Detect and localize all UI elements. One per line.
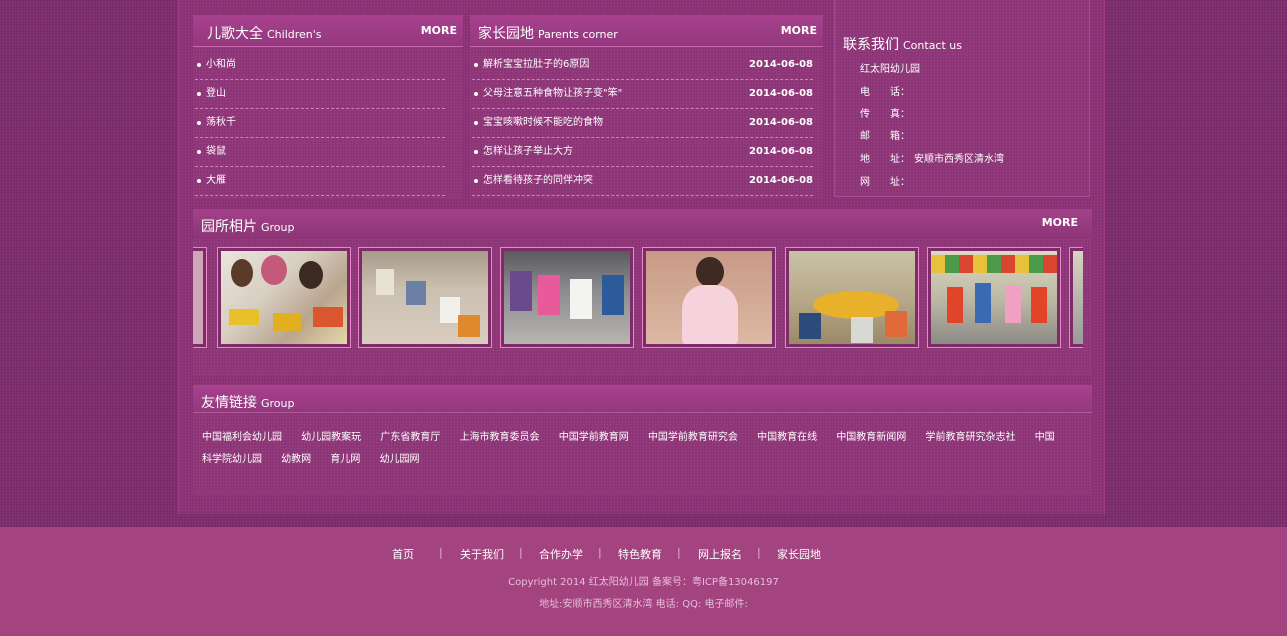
links-panel: 友情链接 Group 中国福利会幼儿园 幼儿园教案玩 广东省教育厅 上海市教育委员… [193, 385, 1092, 494]
footer-nav-separator: | [439, 546, 443, 559]
photo-children-circle[interactable] [927, 247, 1061, 348]
article-title[interactable]: 怎样看待孩子的同伴冲突 [483, 175, 593, 186]
footer-copyright: Copyright 2014 红太阳幼儿园 备案号：粤ICP备13046197 [508, 577, 779, 588]
photo-children-playing-floor[interactable] [358, 247, 492, 348]
links-panel-header: 友情链接 Group [193, 385, 1092, 413]
friend-link[interactable]: 学前教育研究杂志社 [926, 432, 1016, 443]
article-date: 2014-06-08 [749, 175, 813, 186]
parents-more-link[interactable]: MORE [781, 24, 817, 37]
parents-panel: 家长园地 Parents corner MORE 解析宝宝拉肚子的6原因 2014-… [470, 15, 823, 198]
photos-header-overlay [193, 209, 1092, 239]
contact-fax: 传 真： [860, 105, 914, 120]
address-label: 地 址： [860, 154, 910, 165]
contact-panel-title: 联系我们 Contact us [843, 34, 962, 54]
friend-link[interactable]: 科学院幼儿园 [202, 454, 262, 465]
article-date: 2014-06-08 [749, 117, 813, 128]
contact-phone: 电 话： [860, 83, 914, 98]
contact-school-name: 红太阳幼儿园 [860, 64, 920, 75]
parents-title-cn: 家长园地 [478, 26, 534, 42]
links-title-en: Group [261, 397, 295, 410]
fax-label: 传 真： [860, 109, 910, 120]
web-label: 网 址： [860, 177, 910, 188]
list-item[interactable]: 解析宝宝拉肚子的6原因 2014-06-08 [472, 51, 813, 80]
contact-panel: 联系我们 Contact us 红太阳幼儿园 电 话： 传 真： 邮 箱： 地 址… [834, 0, 1090, 197]
email-label: 邮 箱： [860, 131, 910, 142]
footer-nav-separator: | [519, 546, 523, 559]
list-item[interactable]: 大雁 [195, 167, 445, 196]
list-item[interactable]: 父母注意五种食物让孩子变"笨" 2014-06-08 [472, 80, 813, 109]
parents-panel-title: 家长园地 Parents corner [478, 23, 618, 43]
footer-nav-enroll[interactable]: 网上报名 [698, 546, 742, 562]
list-item[interactable]: 登山 [195, 80, 445, 109]
article-title[interactable]: 怎样让孩子举止大方 [483, 146, 573, 157]
footer-nav-cooperation[interactable]: 合作办学 [539, 546, 583, 562]
friend-link[interactable]: 育儿网 [330, 454, 360, 465]
friend-link[interactable]: 中国学前教育网 [559, 432, 629, 443]
photo-partial-left[interactable] [193, 247, 207, 348]
friend-link[interactable]: 中国学前教育研究会 [648, 432, 738, 443]
friend-link[interactable]: 中国福利会幼儿园 [202, 432, 282, 443]
photo-children-drawing[interactable] [217, 247, 351, 348]
footer-nav-separator: | [757, 546, 761, 559]
article-date: 2014-06-08 [749, 59, 813, 70]
photo-partial-right[interactable] [1069, 247, 1083, 348]
friend-link[interactable]: 中国教育在线 [757, 432, 817, 443]
photo-tug-of-war[interactable] [500, 247, 634, 348]
list-item[interactable]: 袋鼠 [195, 138, 445, 167]
address-value: 安顺市西秀区清水湾 [914, 154, 1004, 165]
footer-nav-home[interactable]: 首页 [392, 546, 414, 562]
songs-panel-header: 儿歌大全 Children's MORE [193, 15, 463, 47]
links-row-2: 科学院幼儿园 幼教网 育儿网 幼儿园网 [202, 450, 436, 465]
footer-nav-parents[interactable]: 家长园地 [777, 546, 821, 562]
friend-link[interactable]: 广东省教育厅 [380, 432, 440, 443]
songs-title-en: Children's [267, 28, 322, 41]
article-date: 2014-06-08 [749, 88, 813, 99]
songs-panel-title: 儿歌大全 Children's [207, 23, 322, 43]
footer-nav-separator: | [677, 546, 681, 559]
friend-link[interactable]: 上海市教育委员会 [460, 432, 540, 443]
article-title[interactable]: 父母注意五种食物让孩子变"笨" [483, 88, 622, 99]
links-row-1: 中国福利会幼儿园 幼儿园教案玩 广东省教育厅 上海市教育委员会 中国学前教育网 … [202, 428, 1071, 443]
list-item[interactable]: 怎样看待孩子的同伴冲突 2014-06-08 [472, 167, 813, 196]
songs-title-cn: 儿歌大全 [207, 26, 263, 42]
links-title-cn: 友情链接 [201, 395, 257, 411]
contact-web: 网 址： [860, 173, 914, 188]
main-container: 儿歌大全 Children's MORE 小和尚 登山 荡秋千 袋鼠 大雁 家长园… [178, 0, 1105, 514]
contact-title-en: Contact us [903, 39, 962, 52]
list-item[interactable]: 宝宝咳嗽时候不能吃的食物 2014-06-08 [472, 109, 813, 138]
footer-nav-about[interactable]: 关于我们 [460, 546, 504, 562]
footer-address: 地址:安顺市西秀区清水湾 电话: QQ: 电子邮件: [539, 599, 748, 610]
article-title[interactable]: 解析宝宝拉肚子的6原因 [483, 59, 589, 70]
contact-email: 邮 箱： [860, 127, 914, 142]
links-panel-title: 友情链接 Group [201, 392, 295, 412]
photo-girl-pink-dress[interactable] [642, 247, 776, 348]
contact-title-cn: 联系我们 [843, 37, 899, 53]
photos-panel: 园所相片 Group MORE [193, 209, 1092, 375]
phone-label: 电 话： [860, 87, 910, 98]
parents-title-en: Parents corner [538, 28, 618, 41]
songs-list: 小和尚 登山 荡秋千 袋鼠 大雁 [193, 47, 463, 196]
list-item[interactable]: 小和尚 [195, 51, 445, 80]
parents-list: 解析宝宝拉肚子的6原因 2014-06-08 父母注意五种食物让孩子变"笨" 201… [470, 47, 823, 196]
footer-nav-separator: | [598, 546, 602, 559]
friend-link[interactable]: 幼儿园网 [380, 454, 420, 465]
parents-panel-header: 家长园地 Parents corner MORE [470, 15, 823, 47]
photo-children-table[interactable] [785, 247, 919, 348]
friend-link[interactable]: 幼教网 [281, 454, 311, 465]
list-item[interactable]: 怎样让孩子举止大方 2014-06-08 [472, 138, 813, 167]
footer-nav-featured[interactable]: 特色教育 [618, 546, 662, 562]
contact-address: 地 址： 安顺市西秀区清水湾 [860, 150, 1004, 165]
list-item[interactable]: 荡秋千 [195, 109, 445, 138]
article-date: 2014-06-08 [749, 146, 813, 157]
footer: 首页 | 关于我们 | 合作办学 | 特色教育 | 网上报名 | 家长园地 Co… [0, 527, 1287, 636]
article-title[interactable]: 宝宝咳嗽时候不能吃的食物 [483, 117, 603, 128]
friend-link[interactable]: 幼儿园教案玩 [301, 432, 361, 443]
songs-more-link[interactable]: MORE [421, 24, 457, 37]
friend-link[interactable]: 中国教育新闻网 [836, 432, 906, 443]
songs-panel: 儿歌大全 Children's MORE 小和尚 登山 荡秋千 袋鼠 大雁 [193, 15, 463, 198]
friend-link[interactable]: 中国 [1035, 432, 1055, 443]
